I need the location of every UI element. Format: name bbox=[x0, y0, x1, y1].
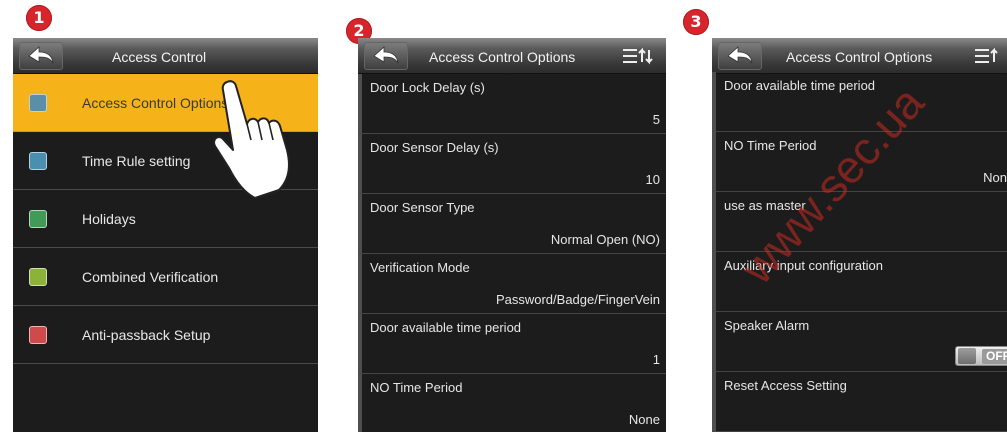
screen-access-control-options: Access Control Options Door Lock Delay (… bbox=[358, 38, 666, 432]
option-door-available-time-period[interactable]: Door available time period 1 bbox=[358, 314, 666, 374]
option-value: 1 bbox=[652, 352, 660, 367]
title-bar: Access Control Options bbox=[712, 38, 1007, 74]
option-label: NO Time Period bbox=[370, 380, 463, 395]
title-bar: Access Control bbox=[13, 38, 318, 74]
calendar-icon bbox=[29, 210, 47, 228]
menu-item-label: Holidays bbox=[82, 211, 136, 227]
option-label: Reset Access Setting bbox=[724, 378, 847, 393]
option-door-lock-delay[interactable]: Door Lock Delay (s) 5 bbox=[358, 74, 666, 134]
page-title: Access Control bbox=[112, 49, 207, 65]
speaker-alarm-toggle[interactable]: OFF bbox=[955, 346, 1007, 366]
option-value: Normal Open (NO) bbox=[550, 232, 660, 247]
page-title: Access Control Options bbox=[786, 49, 933, 65]
option-value: Non bbox=[983, 170, 1007, 185]
option-label: Verification Mode bbox=[370, 260, 470, 275]
list-sort-icon bbox=[975, 47, 998, 63]
option-reset-access-setting[interactable]: Reset Access Setting bbox=[712, 372, 1007, 432]
clock-gear-icon bbox=[29, 152, 47, 170]
options-list: Door Lock Delay (s) 5 Door Sensor Delay … bbox=[358, 74, 666, 432]
title-bar: Access Control Options bbox=[358, 38, 666, 74]
door-options-icon bbox=[29, 94, 47, 112]
back-button[interactable] bbox=[718, 42, 762, 70]
option-value: None bbox=[628, 412, 660, 427]
page-title: Access Control Options bbox=[429, 49, 576, 65]
back-arrow-icon bbox=[28, 46, 54, 64]
option-label: Door available time period bbox=[370, 320, 522, 335]
menu-item-combined-verification[interactable]: Combined Verification bbox=[13, 248, 318, 306]
option-label: Door available time period bbox=[724, 78, 876, 93]
menu-item-label: Time Rule setting bbox=[82, 153, 191, 169]
menu-item-label: Anti-passback Setup bbox=[82, 327, 211, 343]
option-value: Password/Badge/FingerVein bbox=[495, 292, 660, 307]
step-badge-3: 3 bbox=[683, 9, 709, 35]
option-label: Speaker Alarm bbox=[724, 318, 810, 333]
option-speaker-alarm[interactable]: Speaker Alarm OFF bbox=[712, 312, 1007, 372]
option-label: NO Time Period bbox=[724, 138, 817, 153]
option-label: Door Sensor Type bbox=[370, 200, 475, 215]
anti-passback-icon bbox=[29, 326, 47, 344]
option-value: 5 bbox=[652, 112, 660, 127]
option-label: Door Lock Delay (s) bbox=[370, 80, 485, 95]
menu-item-label: Combined Verification bbox=[82, 269, 219, 285]
menu-item-anti-passback-setup[interactable]: Anti-passback Setup bbox=[13, 306, 318, 364]
back-arrow-icon bbox=[373, 46, 399, 64]
toggle-knob bbox=[958, 348, 976, 364]
option-door-sensor-type[interactable]: Door Sensor Type Normal Open (NO) bbox=[358, 194, 666, 254]
option-value: 10 bbox=[645, 172, 660, 187]
back-button[interactable] bbox=[19, 42, 63, 70]
back-arrow-icon bbox=[727, 46, 753, 64]
combined-verification-icon bbox=[29, 268, 47, 286]
option-label: Door Sensor Delay (s) bbox=[370, 140, 499, 155]
option-verification-mode[interactable]: Verification Mode Password/Badge/FingerV… bbox=[358, 254, 666, 314]
list-sort-icon bbox=[623, 47, 653, 65]
option-no-time-period[interactable]: NO Time Period None bbox=[358, 374, 666, 432]
option-door-sensor-delay[interactable]: Door Sensor Delay (s) 10 bbox=[358, 134, 666, 194]
toggle-state-label: OFF bbox=[982, 349, 1007, 364]
back-button[interactable] bbox=[364, 42, 408, 70]
step-badge-1: 1 bbox=[26, 5, 52, 31]
sort-menu-button[interactable] bbox=[620, 42, 656, 70]
sort-menu-button[interactable] bbox=[972, 42, 1007, 70]
pointing-hand-icon bbox=[213, 80, 290, 199]
